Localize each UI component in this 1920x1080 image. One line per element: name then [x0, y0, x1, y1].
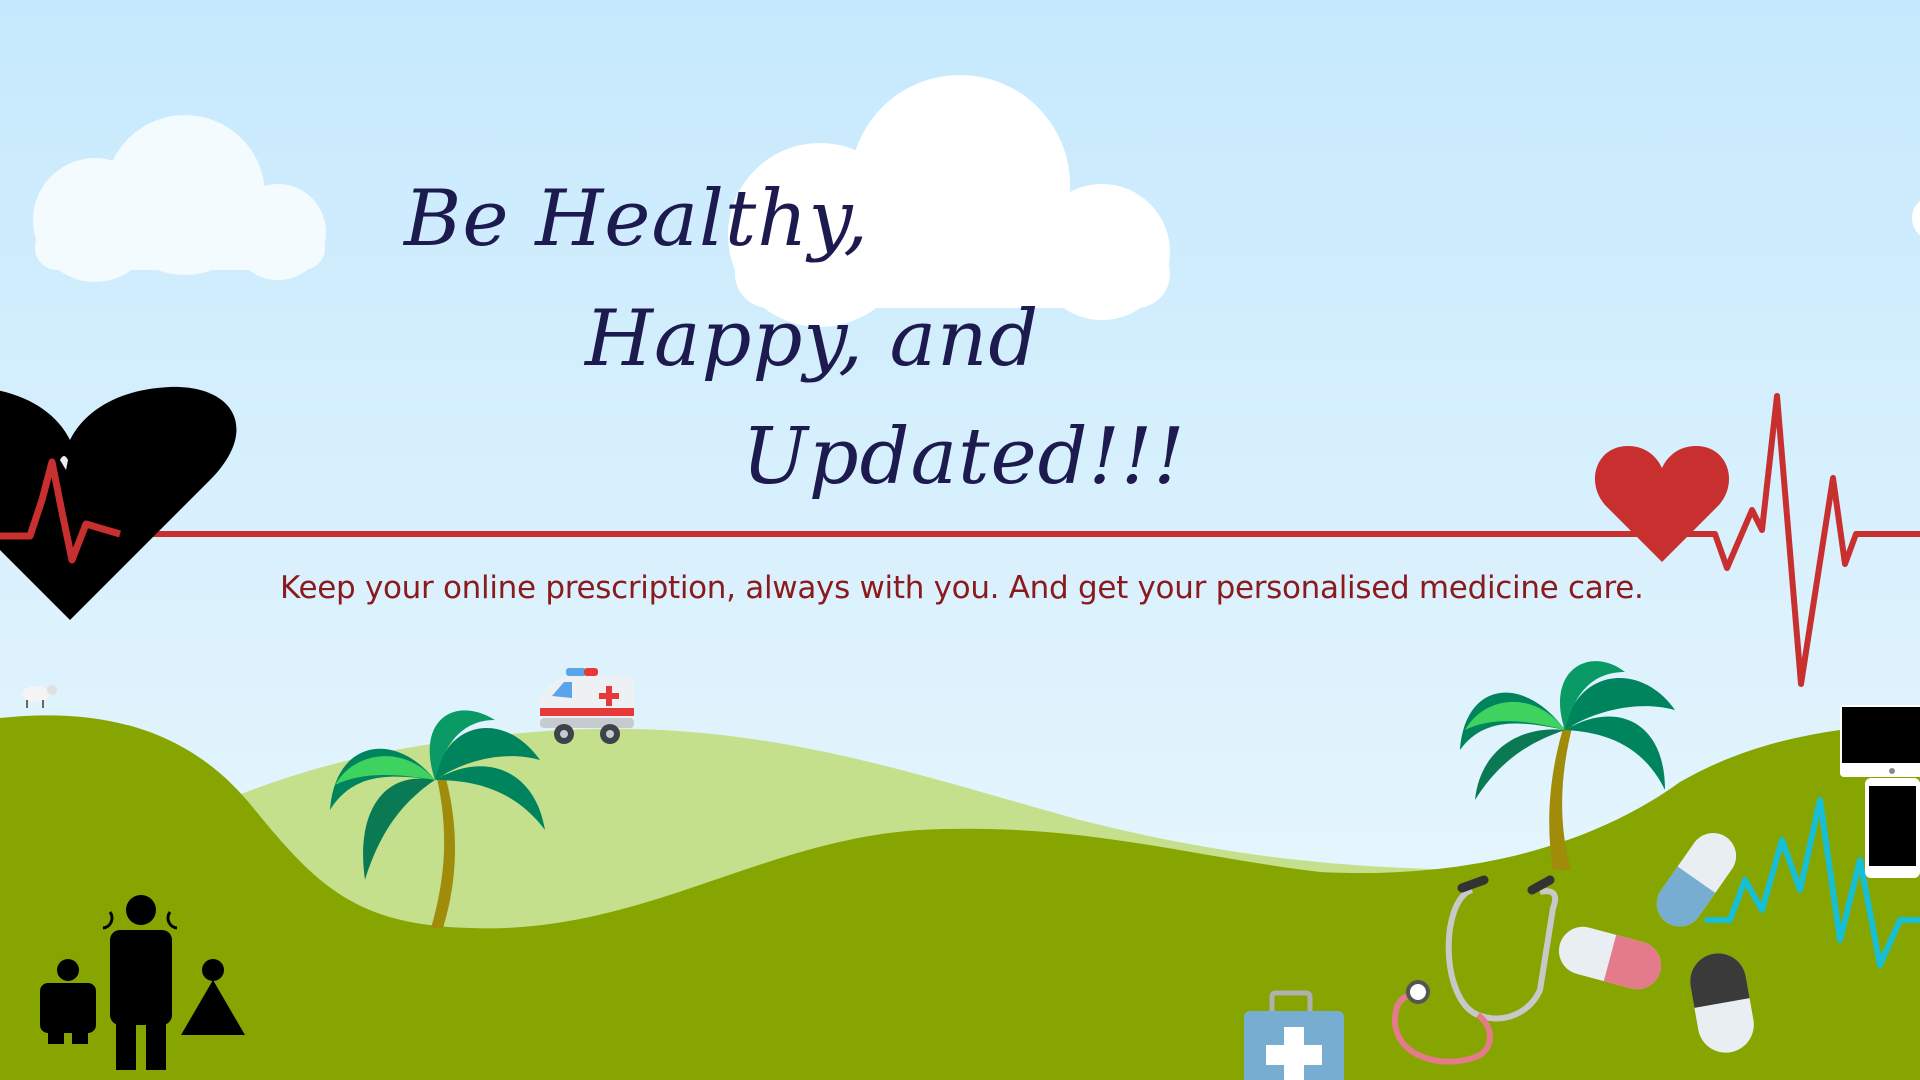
- tagline: Keep your online prescription, always wi…: [280, 570, 1644, 606]
- headline-line-2: Happy, and: [585, 294, 1040, 384]
- monitor-icon: [1840, 705, 1920, 777]
- smartphone-icon: [1865, 778, 1920, 878]
- background-scene: [0, 0, 1920, 1080]
- headline-line-1: Be Healthy,: [404, 174, 869, 264]
- headline-line-3: Updated!!!: [742, 412, 1186, 502]
